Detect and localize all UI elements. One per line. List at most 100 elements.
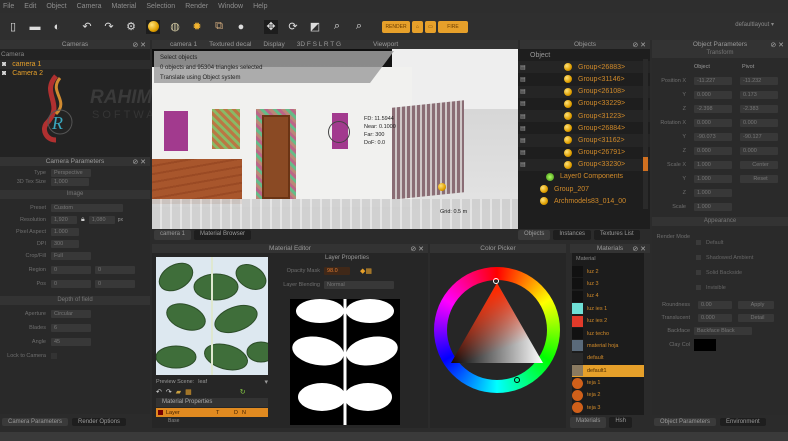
pivot-value-input[interactable]: 0.173 xyxy=(740,90,778,99)
render-mode-option[interactable]: Shadowed Ambient xyxy=(652,253,788,262)
menu-camera[interactable]: Camera xyxy=(77,3,102,10)
material-item[interactable]: luz ies 1 xyxy=(572,303,644,315)
tab-textures-list[interactable]: Textures List xyxy=(594,230,640,240)
refresh-icon[interactable]: ↻ xyxy=(240,388,246,396)
visibility-icon[interactable]: ▤ xyxy=(520,137,526,144)
display-menu[interactable]: Display xyxy=(263,41,284,48)
hue-ring[interactable] xyxy=(434,267,560,393)
object-item[interactable]: ▤ Group<26883> xyxy=(518,61,650,74)
material-item[interactable]: luz ies 2 xyxy=(572,315,644,327)
lock-camera-checkbox[interactable] xyxy=(51,352,57,359)
pos-y-input[interactable]: 0 xyxy=(95,279,135,288)
object-value-input[interactable]: 0.000 xyxy=(694,90,732,99)
close-icon[interactable]: ⊘ ✕ xyxy=(770,41,784,49)
texture-icon[interactable]: ⧉ xyxy=(212,20,226,34)
aperture-select[interactable]: Circular xyxy=(51,309,91,318)
new-file-icon[interactable]: ▯ xyxy=(6,20,20,34)
pixel-aspect-input[interactable]: 1.000 xyxy=(51,227,79,236)
radio-button[interactable] xyxy=(696,255,701,260)
pivot-value-input[interactable]: 0.000 xyxy=(740,118,778,127)
render-button[interactable]: RENDER xyxy=(382,20,410,33)
tab-materials[interactable]: Materials xyxy=(570,417,607,428)
layout-select[interactable]: defaultlayout ▾ xyxy=(735,21,774,28)
object-value-input[interactable]: -2.398 xyxy=(694,104,732,113)
object-item[interactable]: Group_207 xyxy=(518,183,650,195)
tab-render-options[interactable]: Render Options xyxy=(72,418,127,426)
render-mode-option[interactable]: Invisible xyxy=(652,283,788,292)
tab-camera-parameters[interactable]: Camera Parameters xyxy=(2,418,69,426)
move-icon[interactable]: ✥ xyxy=(264,19,278,34)
visibility-icon[interactable]: ▤ xyxy=(520,88,526,95)
crop-select[interactable]: Full xyxy=(51,251,91,260)
tab-objects[interactable]: Objects xyxy=(518,230,551,240)
angle-input[interactable]: 45 xyxy=(51,337,91,346)
pivot-action-button[interactable]: Center xyxy=(740,160,778,169)
redo-icon[interactable]: ↷ xyxy=(166,388,172,396)
folder-icon[interactable]: ▰ xyxy=(176,388,181,396)
tab-environment[interactable]: Environment xyxy=(720,418,766,426)
tab-instances[interactable]: Instances xyxy=(553,230,592,240)
undo-icon[interactable]: ↶ xyxy=(80,20,94,34)
menu-file[interactable]: File xyxy=(3,3,14,10)
menu-material[interactable]: Material xyxy=(111,3,136,10)
clay-color-swatch[interactable] xyxy=(694,339,716,351)
translucent-input[interactable]: 0.000 xyxy=(698,313,732,322)
material-item[interactable]: material hoja xyxy=(572,340,644,352)
redo-icon[interactable]: ↷ xyxy=(102,20,116,34)
layer-row[interactable]: Layer T D N xyxy=(156,408,268,417)
open-folder-icon[interactable]: ▬ xyxy=(28,20,42,34)
layer-item[interactable]: Layer0 Components xyxy=(518,171,650,183)
visibility-icon[interactable]: ▤ xyxy=(520,149,526,156)
object-value-input[interactable]: 1.000 xyxy=(694,188,732,197)
pivot-value-input[interactable]: -90.127 xyxy=(740,132,778,141)
visibility-icon[interactable]: ▤ xyxy=(520,100,526,107)
tex-size-input[interactable]: 1,000 xyxy=(51,177,89,186)
close-icon[interactable]: ⊘ ✕ xyxy=(410,245,424,253)
menu-edit[interactable]: Edit xyxy=(24,3,36,10)
visibility-icon[interactable]: ▤ xyxy=(520,125,526,132)
roundness-input[interactable]: 0.00 xyxy=(698,300,732,309)
object-value-input[interactable]: -90.073 xyxy=(694,132,732,141)
sun-light-icon[interactable] xyxy=(146,19,160,34)
material-item[interactable]: default xyxy=(572,352,644,364)
shading-mode-select[interactable]: Textured decal xyxy=(209,41,251,48)
close-icon[interactable]: ⊘ ✕ xyxy=(132,41,146,49)
radio-button[interactable] xyxy=(696,270,701,275)
preview-scene-select[interactable]: leaf xyxy=(198,379,264,385)
pick-material-icon[interactable]: ⌕ xyxy=(352,20,366,34)
blades-input[interactable]: 6 xyxy=(51,323,91,332)
rotate-icon[interactable]: ⟳ xyxy=(286,20,300,34)
visibility-icon[interactable]: ▤ xyxy=(520,64,526,71)
radio-button[interactable] xyxy=(696,240,701,245)
menu-help[interactable]: Help xyxy=(253,3,267,10)
viewport-canvas[interactable]: Select objects 0 objects and 95304 trian… xyxy=(152,49,518,229)
material-item[interactable]: teja 2 xyxy=(572,389,644,401)
detail-button[interactable]: Detail xyxy=(738,313,774,322)
texture-icon[interactable]: ▦ xyxy=(185,388,192,396)
tab-hsh[interactable]: Hsh xyxy=(609,417,633,428)
object-value-input[interactable]: 1.000 xyxy=(694,174,732,183)
visibility-icon[interactable]: ▤ xyxy=(520,161,526,168)
camera-select[interactable]: camera 1 xyxy=(170,41,197,48)
material-sphere-icon[interactable]: ● xyxy=(234,20,248,34)
region-x-input[interactable]: 0 xyxy=(51,265,91,274)
material-item[interactable]: luz techo xyxy=(572,327,644,340)
sub-layer-row[interactable]: Base xyxy=(168,418,179,424)
region-y-input[interactable]: 0 xyxy=(95,265,135,274)
rotate-gizmo[interactable] xyxy=(328,121,350,143)
render-window-button[interactable]: ▭ xyxy=(425,20,436,33)
camera-item[interactable]: ◙ camera 1 xyxy=(0,60,150,69)
radio-button[interactable] xyxy=(696,285,701,290)
render-region-button[interactable]: ⌂ xyxy=(412,20,423,33)
close-icon[interactable]: ⊘ ✕ xyxy=(632,245,646,253)
material-item[interactable]: luz 2 xyxy=(572,265,644,278)
object-value-input[interactable]: 0.000 xyxy=(694,118,732,127)
height-input[interactable]: 1,080 xyxy=(88,215,115,224)
pivot-value-input[interactable]: 0.000 xyxy=(740,146,778,155)
pos-x-input[interactable]: 0 xyxy=(51,279,91,288)
render-mode-option[interactable]: Solid Backside xyxy=(652,268,788,277)
apply-button[interactable]: Apply xyxy=(738,300,774,309)
object-item[interactable]: ▤ Group<26791> xyxy=(518,147,650,159)
light-object-icon[interactable] xyxy=(438,183,452,193)
type-select[interactable]: Perspective xyxy=(51,168,91,177)
